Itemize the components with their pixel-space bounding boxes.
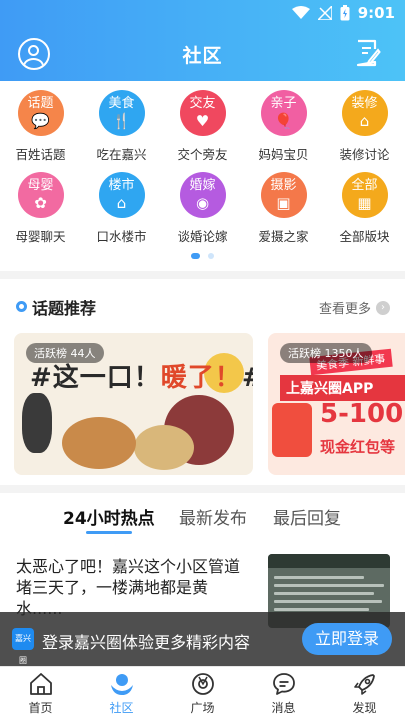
community-icon — [110, 674, 133, 695]
category-item-all[interactable]: 全部 ▦ 全部版块 — [324, 172, 405, 245]
active-rank-badge: 活跃榜 1350人 — [280, 343, 372, 363]
nav-label: 发现 — [352, 701, 377, 715]
no-signal-icon — [317, 6, 332, 20]
nav-label: 首页 — [28, 701, 53, 715]
status-icons: 9:01 — [291, 4, 395, 22]
category-item-photography[interactable]: 摄影 ▣ 爱摄之家 — [243, 172, 324, 245]
category-item-topics[interactable]: 话题 💬 百姓话题 — [0, 90, 81, 163]
grid-icon: 全部 ▦ — [341, 172, 388, 218]
nav-discover[interactable]: 发现 — [324, 671, 405, 716]
tab-last-reply[interactable]: 最后回复 — [273, 504, 341, 529]
topics-section-header: 话题推荐 查看更多 › — [0, 290, 405, 324]
wifi-icon — [291, 6, 310, 19]
thumbnail-header — [268, 554, 390, 568]
red-packet-illustration — [272, 403, 312, 457]
food-illustration — [134, 425, 194, 470]
page-title: 社区 — [182, 45, 223, 67]
thumbnail-text-line — [274, 576, 364, 579]
nav-messages[interactable]: 消息 — [243, 671, 324, 716]
status-bar: 9:01 — [0, 0, 405, 28]
active-rank-badge: 活跃榜 44人 — [26, 343, 104, 363]
mother-baby-icon: 母婴 ✿ — [17, 172, 64, 218]
food-illustration — [62, 417, 136, 469]
category-label: 妈妈宝贝 — [258, 147, 309, 162]
login-prompt-text: 登录嘉兴圈体验更多精彩内容 — [42, 633, 251, 652]
section-dot-icon — [16, 301, 27, 312]
category-item-decoration[interactable]: 装修 ⌂ 装修讨论 — [324, 90, 405, 163]
card-headline: 上嘉兴圈APP — [280, 375, 405, 401]
card-subline: 现金红包等 — [320, 438, 396, 456]
see-more-label: 查看更多 — [318, 302, 371, 317]
nav-label: 广场 — [190, 701, 215, 715]
see-more-link[interactable]: 查看更多 › — [319, 298, 390, 317]
category-item-housing[interactable]: 楼市 ⌂ 口水楼市 — [81, 172, 162, 245]
status-time: 9:01 — [357, 4, 395, 22]
chevron-right-icon: › — [376, 300, 390, 315]
category-label: 母婴聊天 — [15, 229, 66, 244]
login-button[interactable]: 立即登录 — [302, 623, 392, 655]
section-title: 话题推荐 — [32, 299, 97, 318]
category-item-wedding[interactable]: 婚嫁 ◉ 谈婚论嫁 — [162, 172, 243, 245]
login-prompt-bar: 嘉兴圈 登录嘉兴圈体验更多精彩内容 立即登录 — [0, 612, 405, 666]
nav-square[interactable]: 广场 — [162, 671, 243, 716]
section-divider — [0, 271, 405, 279]
category-label: 百姓话题 — [15, 147, 66, 162]
app-header: 9:01 社区 — [0, 0, 405, 81]
thumbnail-text-line — [274, 600, 382, 603]
tab-24h-hot[interactable]: 24小时热点 — [63, 504, 155, 529]
card-amount: 5-100 — [320, 399, 404, 429]
rocket-icon — [353, 674, 375, 695]
carousel-indicator — [0, 253, 405, 259]
food-illustration — [22, 393, 52, 453]
category-item-friends[interactable]: 交友 ♥ 交个旁友 — [162, 90, 243, 163]
topics-icon: 话题 💬 — [17, 90, 64, 136]
nav-home[interactable]: 首页 — [0, 671, 81, 716]
category-label: 装修讨论 — [339, 147, 390, 162]
section-divider — [0, 485, 405, 493]
category-label: 口水楼市 — [96, 229, 147, 244]
post-title: 太恶心了吧！嘉兴这个小区管道堵三天了，一楼满地都是黄水...... — [16, 557, 241, 618]
message-icon — [272, 673, 295, 695]
active-tab-indicator — [86, 531, 132, 534]
category-label: 谈婚论嫁 — [177, 229, 228, 244]
topic-carousel[interactable]: #这一口！暖了！# 活跃榜 44人 美食季 新鲜事 上嘉兴圈APP 5-100 … — [0, 333, 405, 477]
category-item-food[interactable]: 美食 🍴 吃在嘉兴 — [81, 90, 162, 163]
building-icon: 楼市 ⌂ — [98, 172, 145, 218]
category-label: 爱摄之家 — [258, 229, 309, 244]
app-logo: 嘉兴圈 — [12, 628, 34, 665]
ring-icon: 婚嫁 ◉ — [179, 172, 226, 218]
category-label: 全部版块 — [339, 229, 390, 244]
thumbnail-text-line — [274, 584, 384, 587]
category-label: 交个旁友 — [177, 147, 228, 162]
category-label: 吃在嘉兴 — [96, 147, 147, 162]
topic-card[interactable]: #这一口！暖了！# 活跃榜 44人 — [14, 333, 253, 475]
nav-label: 社区 — [109, 701, 134, 715]
square-icon — [191, 673, 214, 695]
compose-post-icon[interactable] — [355, 38, 381, 68]
food-icon: 美食 🍴 — [98, 90, 145, 136]
battery-icon — [340, 5, 350, 21]
tab-latest[interactable]: 最新发布 — [179, 504, 247, 529]
nav-label: 消息 — [271, 701, 296, 715]
category-item-maternity[interactable]: 母婴 ✿ 母婴聊天 — [0, 172, 81, 245]
thumbnail-text-line — [274, 592, 374, 595]
house-icon: 装修 ⌂ — [341, 90, 388, 136]
heart-icon: 交友 ♥ — [179, 90, 226, 136]
bottom-nav: 首页 社区 广场 消息 发现 — [0, 666, 405, 720]
navbar: 社区 — [0, 28, 405, 81]
home-icon — [29, 673, 52, 695]
camera-icon: 摄影 ▣ — [260, 172, 307, 218]
nav-community[interactable]: 社区 — [81, 671, 162, 716]
page-dot[interactable] — [208, 253, 214, 259]
topic-card[interactable]: 美食季 新鲜事 上嘉兴圈APP 5-100 现金红包等 活跃榜 1350人 — [268, 333, 405, 475]
feed-tabs: 24小时热点 最新发布 最后回复 — [0, 498, 405, 538]
thumbnail-text-line — [274, 608, 369, 611]
balloon-icon: 亲子 🎈 — [260, 90, 307, 136]
page-dot-active — [191, 253, 200, 259]
category-item-parenting[interactable]: 亲子 🎈 妈妈宝贝 — [243, 90, 324, 163]
